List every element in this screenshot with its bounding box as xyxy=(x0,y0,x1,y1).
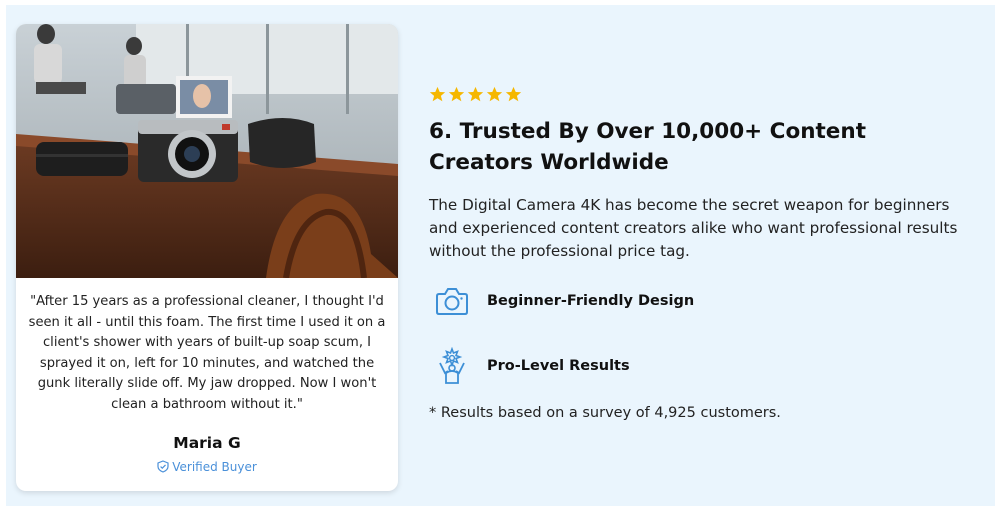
star-rating xyxy=(429,86,522,104)
feature-label: Beginner-Friendly Design xyxy=(487,293,695,309)
star-icon xyxy=(429,86,446,102)
section-headline: 6. Trusted By Over 10,000+ Content Creat… xyxy=(429,119,866,175)
camera-icon xyxy=(434,283,470,319)
testimonial-card: "After 15 years as a professional cleane… xyxy=(16,24,398,491)
feature-label: Pro-Level Results xyxy=(487,358,630,374)
section-description: The Digital Camera 4K has become the sec… xyxy=(429,196,958,260)
product-photo xyxy=(16,24,398,278)
star-icon xyxy=(467,86,484,102)
verified-label: Verified Buyer xyxy=(172,460,257,474)
star-icon xyxy=(505,86,522,102)
feature-pro-level: Pro-Level Results xyxy=(434,346,630,386)
shield-check-icon xyxy=(157,460,169,473)
achievement-person-icon xyxy=(434,347,470,384)
testimonial-quote: "After 15 years as a professional cleane… xyxy=(28,294,386,412)
star-icon xyxy=(486,86,503,102)
star-icon xyxy=(448,86,465,102)
verified-badge: Verified Buyer xyxy=(16,460,398,474)
survey-note: * Results based on a survey of 4,925 cus… xyxy=(429,405,781,421)
testimonial-author: Maria G xyxy=(173,434,241,452)
feature-beginner-friendly: Beginner-Friendly Design xyxy=(434,281,694,321)
